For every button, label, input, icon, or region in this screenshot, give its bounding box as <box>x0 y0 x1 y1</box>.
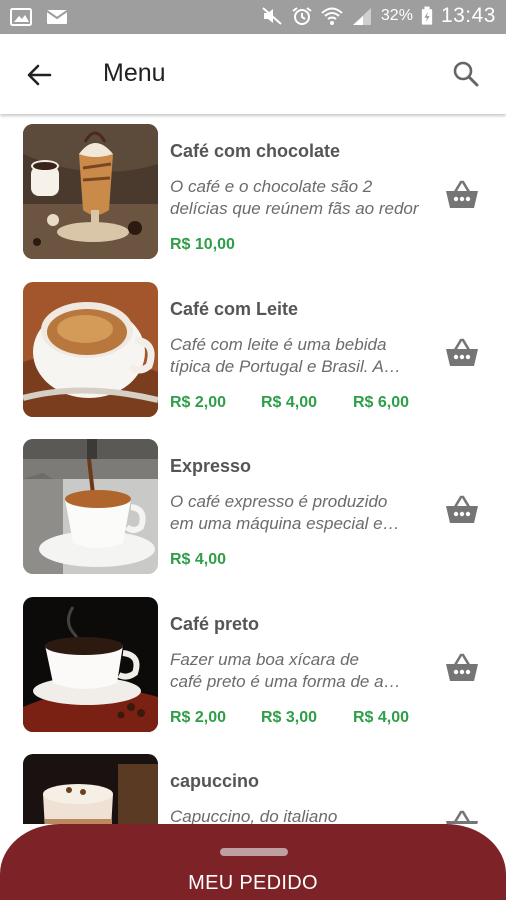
signal-icon <box>352 8 371 25</box>
product-image <box>23 439 158 574</box>
drag-handle[interactable] <box>220 848 288 856</box>
price: R$ 2,00 <box>170 393 227 411</box>
price: R$ 4,00 <box>170 551 227 568</box>
product-description: Capuccino, do italiano <box>170 807 338 824</box>
product-description: Fazer uma boa xícara de café preto é uma… <box>170 649 401 691</box>
product-image <box>23 124 158 259</box>
mute-icon <box>262 7 282 25</box>
product-name: Expresso <box>170 456 252 476</box>
my-order-label: MEU PEDIDO <box>188 872 318 894</box>
product-image <box>23 281 158 417</box>
search-button[interactable] <box>448 56 484 92</box>
email-notification-icon <box>46 10 68 24</box>
product-description: O café e o chocolate são 2 delícias que … <box>170 177 419 218</box>
product-name: capuccino <box>170 771 260 791</box>
menu-item[interactable]: Café preto Fazer uma boa xícara de café … <box>0 587 506 745</box>
price: R$ 4,00 <box>353 708 410 726</box>
app-bar: Menu <box>0 34 506 114</box>
gallery-notification-icon <box>10 8 32 26</box>
page-title: Menu <box>103 59 166 87</box>
product-description: Café com leite é uma bebida típica de Po… <box>170 334 401 376</box>
product-description: O café expresso é produzido em uma máqui… <box>170 492 400 533</box>
price: R$ 4,00 <box>261 393 318 411</box>
price: R$ 2,00 <box>170 708 227 726</box>
add-to-basket-icon[interactable] <box>444 808 480 824</box>
price: R$ 3,00 <box>261 708 318 726</box>
price: R$ 10,00 <box>170 236 235 253</box>
status-bar: 32% 13:43 <box>0 0 506 34</box>
back-button[interactable] <box>22 58 56 92</box>
arrow-back-icon <box>27 64 52 86</box>
add-to-basket-icon[interactable] <box>444 651 480 683</box>
product-image <box>23 596 158 732</box>
battery-charging-icon <box>421 6 433 25</box>
add-to-basket-icon[interactable] <box>444 178 480 210</box>
battery-percentage: 32% <box>380 7 413 24</box>
wifi-icon <box>321 7 343 25</box>
product-image <box>23 754 158 824</box>
product-name: Café com chocolate <box>170 141 341 161</box>
menu-item[interactable]: Café com chocolate O café e o chocolate … <box>0 114 506 272</box>
product-name: Café preto <box>170 613 260 634</box>
alarm-icon <box>292 7 312 25</box>
menu-item[interactable]: capuccino Capuccino, do italiano <box>0 744 506 824</box>
add-to-basket-icon[interactable] <box>444 493 480 525</box>
product-name: Café com Leite <box>170 298 299 319</box>
search-icon <box>453 61 479 87</box>
price: R$ 6,00 <box>353 393 410 411</box>
my-order-sheet[interactable]: MEU PEDIDO <box>0 824 506 900</box>
menu-item[interactable]: Expresso O café expresso é produzido em … <box>0 429 506 587</box>
clock: 13:43 <box>440 4 496 27</box>
menu-list[interactable]: Café com chocolate O café e o chocolate … <box>0 114 506 824</box>
add-to-basket-icon[interactable] <box>444 336 480 368</box>
menu-item[interactable]: Café com Leite Café com leite é uma bebi… <box>0 272 506 430</box>
